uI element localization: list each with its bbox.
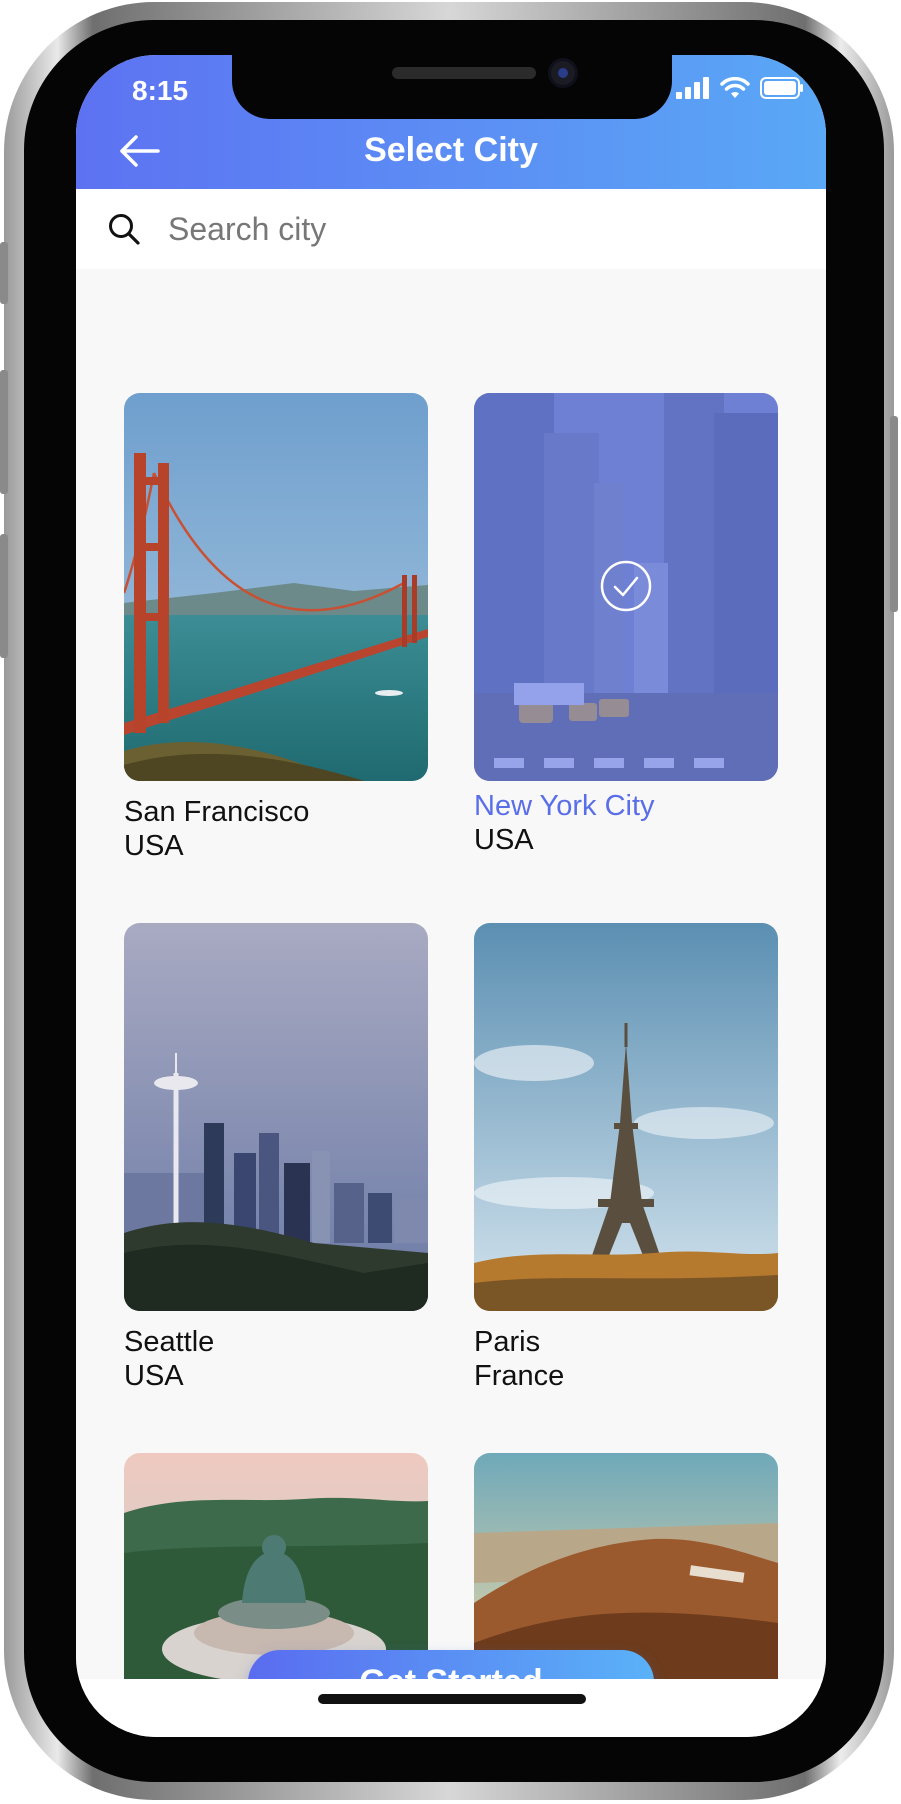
city-country: France: [474, 1360, 565, 1392]
city-name: New York City: [474, 790, 655, 822]
city-image-eiffel-tower: [474, 923, 778, 1311]
wifi-icon: [720, 77, 750, 98]
city-country: USA: [474, 824, 534, 856]
mute-switch: [0, 242, 8, 304]
city-name: San Francisco: [124, 796, 310, 828]
phone-notch: [232, 55, 672, 119]
city-image-seattle-skyline: [124, 923, 428, 1311]
bottom-bar: [76, 1679, 826, 1737]
city-card-hollywood[interactable]: [474, 1453, 778, 1679]
city-card-new-york[interactable]: New York City USA: [474, 393, 778, 857]
speaker-grille: [392, 67, 536, 79]
app-header: 8:15 Select City: [76, 55, 826, 189]
city-card-san-francisco[interactable]: San Francisco USA: [124, 393, 428, 863]
city-card-big-buddha[interactable]: [124, 1453, 428, 1679]
city-image-manhattan-street: [474, 393, 778, 781]
city-name: Seattle: [124, 1326, 215, 1358]
city-image-hollywood-hills: [474, 1453, 778, 1679]
city-card-seattle[interactable]: Seattle USA: [124, 923, 428, 1393]
battery-icon: [760, 77, 803, 99]
search-bar: [76, 189, 826, 269]
city-country: USA: [124, 830, 184, 862]
volume-down-button: [0, 534, 8, 658]
city-grid: San Francisco USA New York City USA Seat…: [76, 269, 826, 1714]
city-image-big-buddha: [124, 1453, 428, 1679]
signal-icon: [676, 77, 709, 99]
status-icons: [676, 77, 804, 99]
status-time: 8:15: [132, 75, 189, 106]
city-country: USA: [124, 1360, 184, 1392]
front-camera: [548, 58, 578, 88]
city-image-golden-gate: [124, 393, 428, 781]
city-card-paris[interactable]: Paris France: [474, 923, 778, 1393]
home-indicator[interactable]: [318, 1694, 586, 1704]
volume-up-button: [0, 370, 8, 494]
page-title: Select City: [364, 131, 538, 169]
app-screen: 8:15 Select City Search city San Francis…: [76, 55, 826, 1737]
search-input[interactable]: [168, 205, 768, 253]
city-name: Paris: [474, 1326, 541, 1358]
check-circle-icon: [600, 560, 652, 612]
search-icon: [109, 214, 140, 245]
power-button: [890, 416, 898, 612]
